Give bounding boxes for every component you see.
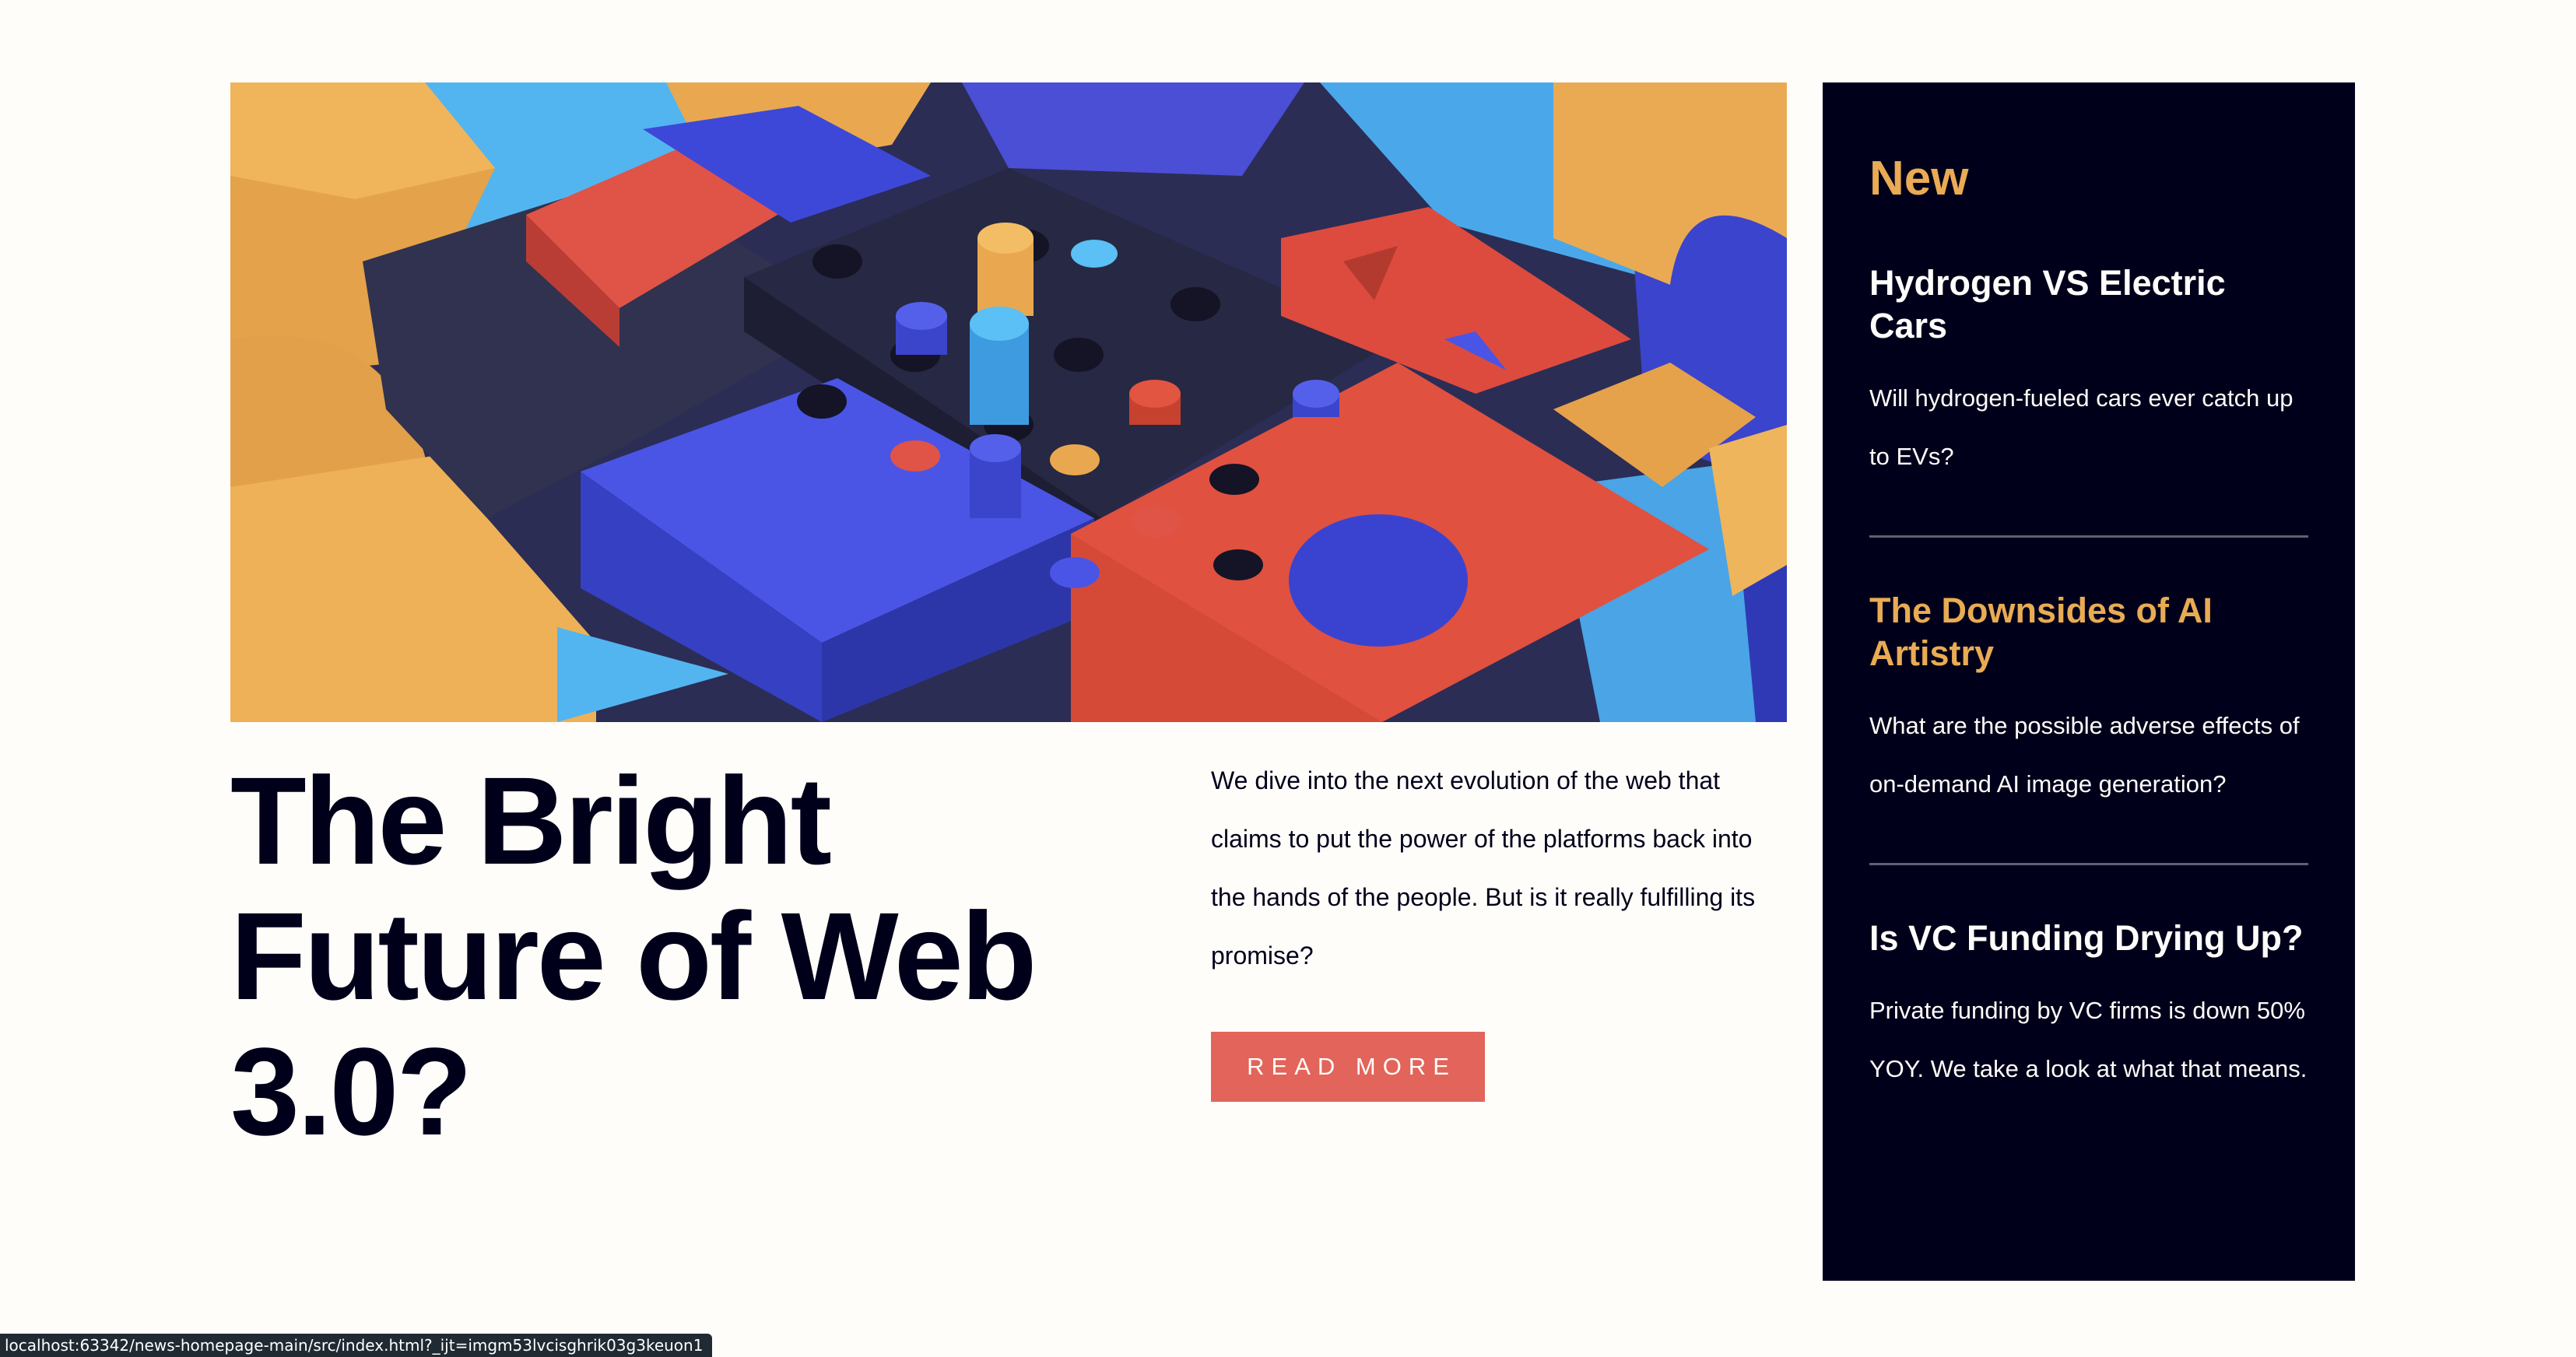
hero-headline: The Bright Future of Web 3.0? xyxy=(230,753,1086,1159)
news-item-title[interactable]: The Downsides of AI Artistry xyxy=(1869,589,2308,675)
news-item-text: Private funding by VC firms is down 50% … xyxy=(1869,997,2308,1082)
news-item-hydrogen[interactable]: Hydrogen VS Electric Cars Will hydrogen-… xyxy=(1869,261,2308,486)
read-more-button[interactable]: READ MORE xyxy=(1211,1032,1485,1102)
status-bar-url: localhost:63342/news-homepage-main/src/i… xyxy=(0,1334,713,1357)
news-item-ai-artistry[interactable]: The Downsides of AI Artistry What are th… xyxy=(1869,589,2308,813)
page: The Bright Future of Web 3.0? We dive in… xyxy=(0,0,2576,1357)
new-sidebar: New Hydrogen VS Electric Cars Will hydro… xyxy=(1823,82,2355,1281)
hero-image[interactable] xyxy=(230,82,1787,722)
news-item-text: What are the possible adverse effects of… xyxy=(1869,712,2300,798)
news-item-vc-funding[interactable]: Is VC Funding Drying Up? Private funding… xyxy=(1869,917,2308,1098)
hero-illustration xyxy=(230,82,1787,722)
hero-headline-line: The Bright xyxy=(230,751,832,890)
news-item-text: Will hydrogen-fueled cars ever catch up … xyxy=(1869,384,2293,470)
sidebar-title: New xyxy=(1869,152,1969,205)
hero-headline-line: 3.0? xyxy=(230,1022,472,1161)
hero-intro: We dive into the next evolution of the w… xyxy=(1211,766,1756,970)
news-item-title[interactable]: Is VC Funding Drying Up? xyxy=(1869,917,2308,959)
hero-headline-line: Future of Web xyxy=(230,886,1037,1026)
news-item-title[interactable]: Hydrogen VS Electric Cars xyxy=(1869,261,2308,347)
divider xyxy=(1869,535,2308,538)
divider xyxy=(1869,863,2308,865)
